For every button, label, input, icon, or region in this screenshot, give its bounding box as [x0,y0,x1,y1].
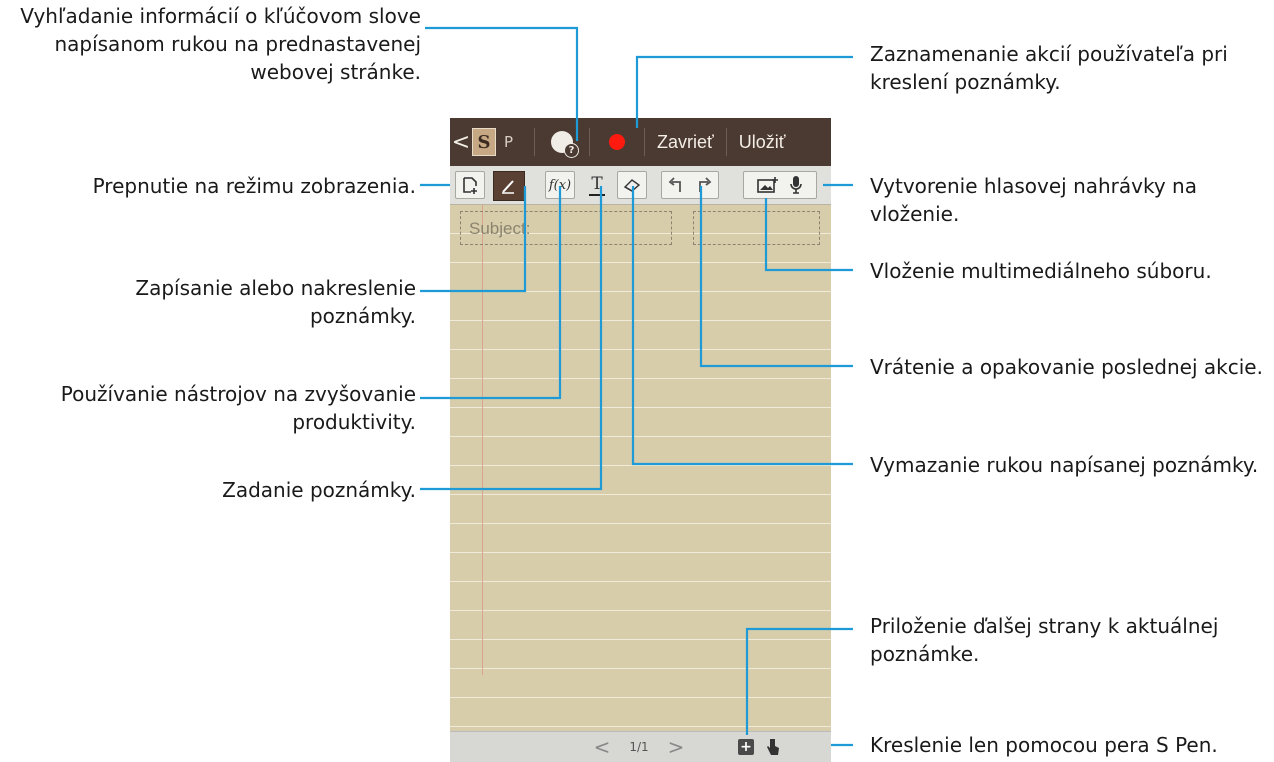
eraser-button[interactable] [617,171,647,199]
close-button[interactable]: Zavrieť [645,132,726,153]
idea-search-button[interactable] [535,131,589,158]
callout-type-memo: Zadanie poznámky. [222,478,416,502]
callout-add-page: Priloženie ďalšej strany k aktuálnej poz… [870,614,1219,666]
save-button[interactable]: Uložiť [727,132,786,153]
redo-icon[interactable] [696,176,712,194]
note-title: P [504,133,514,151]
callout-erase: Vymazanie rukou napísanej poznámky. [870,453,1259,477]
callout-pen-only: Kreslenie len pomocou pera S Pen. [870,733,1218,757]
microphone-icon[interactable] [789,175,803,195]
view-mode-button[interactable] [455,171,485,199]
callout-search-keyword: Vyhľadanie informácií o kľúčovom slove n… [20,4,421,84]
callout-write-draw: Zapísanie alebo nakreslenie poznámky. [135,276,416,328]
page-indicator: 1/1 [629,740,649,754]
record-icon [609,134,625,150]
pen-button[interactable] [493,171,525,201]
callout-undo-redo: Vrátenie a opakovanie poslednej akcie. [870,355,1263,379]
pen-icon [502,180,514,194]
eraser-icon [623,179,641,192]
add-page-icon: + [738,739,754,755]
formula-button[interactable]: f(x) [545,171,575,199]
insert-group [743,171,817,199]
back-icon[interactable]: < [450,130,472,155]
formula-icon: f(x) [548,177,572,193]
note-canvas[interactable]: Subject: [450,205,831,732]
pen-only-button[interactable] [763,736,783,758]
globe-search-icon [551,131,579,158]
view-mode-icon [463,177,477,194]
callout-voice-memo: Vytvorenie hlasovej nahrávky na vloženie… [870,174,1197,226]
callout-record-actions: Zaznamenanie akcií používateľa pri kresl… [870,42,1228,94]
add-page-button[interactable]: + [736,736,756,758]
s-note-logo: S [472,128,496,156]
callout-insert-media: Vloženie multimediálneho súboru. [870,259,1212,283]
undo-icon[interactable] [668,176,684,194]
hand-pointer-icon [767,739,779,755]
phone-screen: < S P Zavrieť Uložiť f(x) [450,118,831,762]
next-page-icon[interactable]: > [666,735,686,759]
prev-page-icon[interactable]: < [592,735,612,759]
insert-image-icon[interactable] [757,176,779,194]
undo-redo-group [661,171,719,199]
edit-toolbar: f(x) T [450,166,831,205]
record-button[interactable] [590,134,644,150]
subject-placeholder: Subject: [469,219,531,238]
date-field[interactable] [693,211,820,245]
page-bar: < 1/1 > + [450,731,831,762]
margin-line [482,205,483,675]
text-button[interactable]: T [582,171,612,199]
callout-view-mode: Prepnutie na režimu zobrazenia. [92,174,416,198]
text-icon: T [589,174,605,196]
subject-field[interactable]: Subject: [460,211,672,245]
callout-productivity: Používanie nástrojov na zvyšovanie produ… [60,382,416,434]
action-bar: < S P Zavrieť Uložiť [450,118,831,166]
